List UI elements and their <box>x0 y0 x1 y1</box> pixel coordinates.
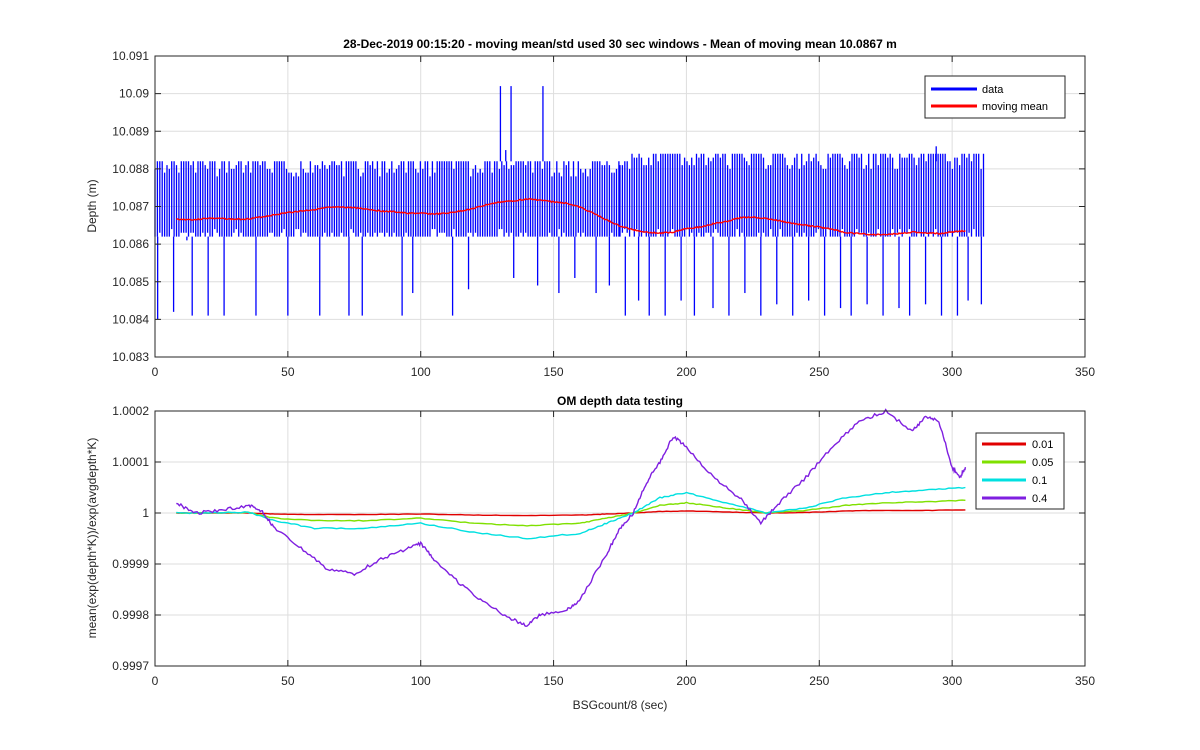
y-tick-label: 10.089 <box>112 124 149 138</box>
y-tick-label: 10.086 <box>112 237 149 251</box>
y-tick-label: 10.088 <box>112 162 149 176</box>
legend-k01-label: 0.1 <box>1032 475 1047 487</box>
x-tick-label: 50 <box>281 365 295 379</box>
y-tick-label: 0.9998 <box>112 608 149 622</box>
x-tick-label: 100 <box>411 674 431 688</box>
om-legend: 0.01 0.05 0.1 0.4 <box>975 432 1065 510</box>
om-plot-area <box>155 411 1085 666</box>
y-tick-label: 10.083 <box>112 350 149 364</box>
x-tick-label: 0 <box>152 365 159 379</box>
x-tick-label: 200 <box>676 365 696 379</box>
y-tick-label: 10.084 <box>112 312 149 326</box>
depth-y-axis-label: Depth (m) <box>85 179 99 232</box>
x-tick-label: 250 <box>809 365 829 379</box>
x-tick-label: 100 <box>411 365 431 379</box>
om-chart-title: OM depth data testing <box>557 394 683 408</box>
om-axes: 0 50 100 150 200 250 300 350 0.9997 0.9998 0.9999 1… <box>85 394 1095 712</box>
x-tick-label: 200 <box>676 674 696 688</box>
y-tick-label: 10.085 <box>112 275 149 289</box>
x-tick-label: 300 <box>942 674 962 688</box>
x-tick-label: 250 <box>809 674 829 688</box>
y-tick-label: 10.09 <box>119 87 149 101</box>
depth-axes: 0 50 100 150 200 250 300 350 10.083 10.084 10.085 1… <box>85 37 1095 379</box>
figure: 0 50 100 150 200 250 300 35010.08310.08410.0851… <box>0 0 1200 750</box>
x-tick-label: 150 <box>544 674 564 688</box>
om-x-axis-label: BSGcount/8 (sec) <box>573 698 668 712</box>
legend-moving-mean-label: moving mean <box>982 101 1048 113</box>
y-tick-label: 10.091 <box>112 49 149 63</box>
legend-k001-label: 0.01 <box>1032 439 1053 451</box>
x-tick-label: 150 <box>544 365 564 379</box>
y-tick-label: 1.0001 <box>112 455 149 469</box>
legend-k005-label: 0.05 <box>1032 457 1053 469</box>
legend-data-label: data <box>982 84 1004 96</box>
x-tick-label: 350 <box>1075 365 1095 379</box>
y-tick-label: 10.087 <box>112 200 149 214</box>
x-tick-label: 300 <box>942 365 962 379</box>
x-tick-label: 350 <box>1075 674 1095 688</box>
depth-legend: data moving mean <box>924 75 1066 119</box>
legend-k04-label: 0.4 <box>1032 493 1047 505</box>
y-tick-label: 1.0002 <box>112 404 149 418</box>
y-tick-label: 0.9997 <box>112 659 149 673</box>
om-y-axis-label: mean(exp(depth*K))/exp(avgdepth*K) <box>85 438 99 639</box>
data-series-band <box>154 153 985 237</box>
y-tick-label: 0.9999 <box>112 557 149 571</box>
x-tick-label: 50 <box>281 674 295 688</box>
x-tick-label: 0 <box>152 674 159 688</box>
depth-chart-title: 28-Dec-2019 00:15:20 - moving mean/std u… <box>343 37 897 51</box>
y-tick-label: 1 <box>142 506 149 520</box>
